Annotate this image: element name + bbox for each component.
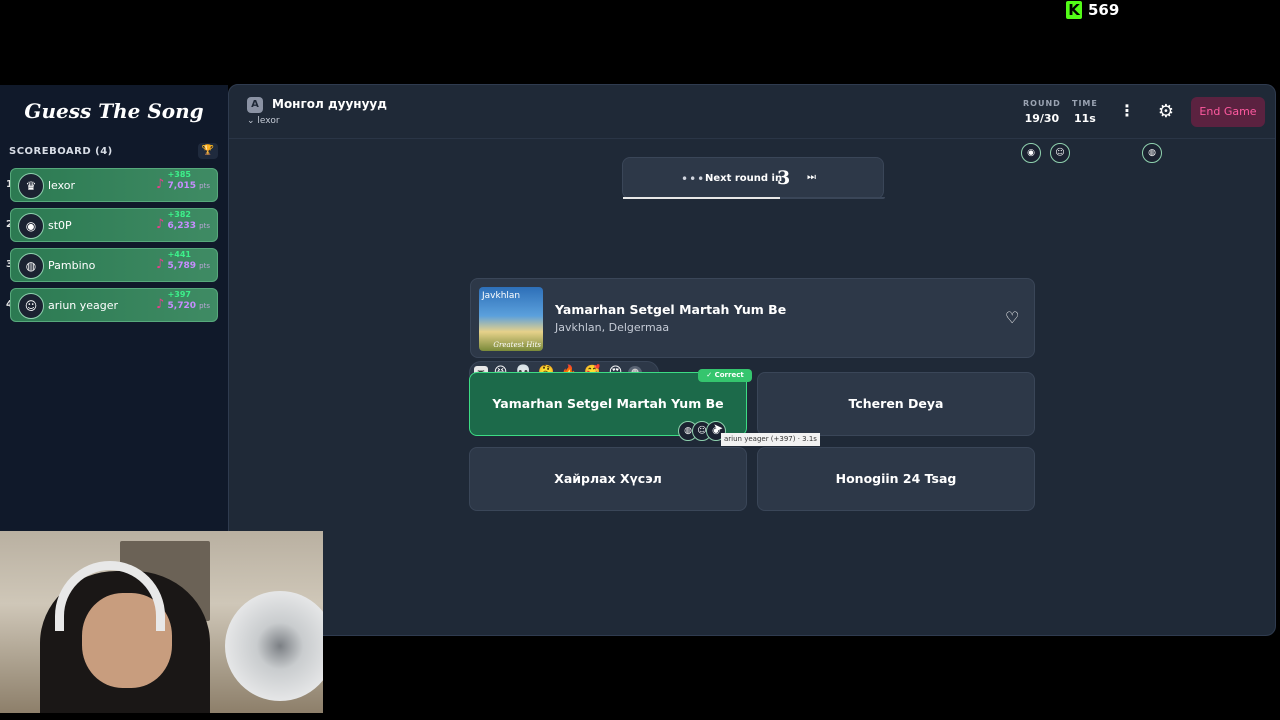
time-label: TIME bbox=[1072, 99, 1098, 108]
desk-fan bbox=[225, 591, 323, 701]
player-name: ariun yeager bbox=[48, 299, 119, 312]
more-options-icon[interactable]: ⋮ bbox=[1119, 101, 1135, 123]
avatar: ◍ bbox=[1142, 143, 1162, 163]
song-title: Yamarhan Setgel Martah Yum Be bbox=[555, 302, 787, 317]
scoreboard-row[interactable]: 2 ◉ st0P ♪ +382 6,233 pts bbox=[0, 207, 228, 247]
scoreboard-list: 1 ♛ lexor ♪ +385 7,015 pts 2 ◉ st0P ♪ +3… bbox=[0, 167, 228, 327]
player-name: lexor bbox=[48, 179, 76, 192]
cover-album-text: Greatest Hits bbox=[493, 341, 541, 349]
player-points: 6,233 pts bbox=[167, 221, 210, 231]
countdown-number: 3 bbox=[777, 167, 791, 189]
album-cover: Javkhlan Greatest Hits bbox=[479, 287, 543, 351]
avatar: ◉ bbox=[1021, 143, 1041, 163]
category-name: Монгол дуунууд bbox=[272, 97, 387, 111]
countdown-progress-fill bbox=[623, 197, 781, 199]
kick-logo-icon: K bbox=[1066, 1, 1082, 19]
skip-icon[interactable]: ⏭ bbox=[807, 172, 816, 183]
music-note-icon: ♪ bbox=[156, 177, 165, 192]
cover-artist-text: Javkhlan bbox=[482, 291, 521, 301]
scoreboard-row[interactable]: 4 ☺ ariun yeager ♪ +397 5,720 pts bbox=[0, 287, 228, 327]
answer-option[interactable]: Honogiin 24 Tsag bbox=[757, 447, 1035, 511]
next-round-text: Next round in bbox=[705, 173, 783, 184]
avatar: ☺ bbox=[18, 293, 44, 319]
player-card[interactable]: ◉ st0P ♪ +382 6,233 pts bbox=[10, 208, 218, 242]
scoreboard-row[interactable]: 1 ♛ lexor ♪ +385 7,015 pts bbox=[0, 167, 228, 207]
music-note-icon: ♪ bbox=[156, 217, 165, 232]
gear-icon[interactable]: ⚙ bbox=[1155, 101, 1177, 123]
points-gain: +441 bbox=[167, 250, 191, 259]
category-icon: A bbox=[247, 97, 263, 113]
round-label: ROUND bbox=[1023, 99, 1061, 108]
scoreboard-row[interactable]: 3 ◍ Pambino ♪ +441 5,789 pts bbox=[0, 247, 228, 287]
avatar: ☺ bbox=[1050, 143, 1070, 163]
player-points: 5,789 pts bbox=[167, 261, 210, 271]
player-name: st0P bbox=[48, 219, 72, 232]
webcam-feed bbox=[0, 531, 323, 713]
end-game-button[interactable]: End Game bbox=[1191, 97, 1265, 127]
game-title: Guess The Song bbox=[24, 99, 204, 123]
player-points: 5,720 pts bbox=[167, 301, 210, 311]
trophy-icon[interactable]: 🏆 bbox=[198, 143, 218, 159]
time-stat: TIME 11s bbox=[1072, 99, 1098, 125]
player-tooltip: ariun yeager (+397) · 3.1s bbox=[721, 433, 820, 446]
player-card[interactable]: ♛ lexor ♪ +385 7,015 pts bbox=[10, 168, 218, 202]
answer-option[interactable]: Tcheren Deya bbox=[757, 372, 1035, 436]
player-points: 7,015 pts bbox=[167, 181, 210, 191]
music-note-icon: ♪ bbox=[156, 297, 165, 312]
answer-option[interactable]: Хайрлах Хүсэл bbox=[469, 447, 747, 511]
time-value: 11s bbox=[1074, 112, 1096, 125]
heart-icon[interactable]: ♡ bbox=[1005, 308, 1019, 327]
game-panel: A Монгол дуунууд ⌄ lexor ROUND 19/30 TIM… bbox=[228, 84, 1276, 636]
song-artist: Javkhlan, Delgermaa bbox=[555, 321, 670, 334]
player-card[interactable]: ◍ Pambino ♪ +441 5,789 pts bbox=[10, 248, 218, 282]
avatar: ◉ bbox=[18, 213, 44, 239]
round-value: 19/30 bbox=[1024, 112, 1060, 125]
round-stat: ROUND 19/30 bbox=[1023, 99, 1061, 125]
player-card[interactable]: ☺ ariun yeager ♪ +397 5,720 pts bbox=[10, 288, 218, 322]
player-name: Pambino bbox=[48, 259, 96, 272]
viewer-count: 569 bbox=[1088, 1, 1120, 19]
avatar: ♛ bbox=[18, 173, 44, 199]
avatar: ◍ bbox=[18, 253, 44, 279]
points-gain: +382 bbox=[167, 210, 191, 219]
next-round-banner: ••• Next round in 3 ⏭ bbox=[622, 157, 885, 199]
correct-badge: ✓ Correct bbox=[698, 369, 752, 382]
loading-dots-icon: ••• bbox=[681, 172, 706, 186]
stream-frame: K 569 Guess The Song SCOREBOARD (4) 🏆 1 … bbox=[0, 0, 1280, 720]
host-name: ⌄ lexor bbox=[247, 116, 280, 126]
viewer-counter: K 569 bbox=[1066, 1, 1119, 19]
song-card: Javkhlan Greatest Hits Yamarhan Setgel M… bbox=[470, 278, 1035, 358]
countdown-progress bbox=[623, 197, 885, 199]
music-note-icon: ♪ bbox=[156, 257, 165, 272]
game-header: A Монгол дуунууд ⌄ lexor ROUND 19/30 TIM… bbox=[229, 85, 1275, 139]
points-gain: +385 bbox=[167, 170, 191, 179]
points-gain: +397 bbox=[167, 290, 191, 299]
scoreboard-heading: SCOREBOARD (4) bbox=[9, 146, 113, 157]
